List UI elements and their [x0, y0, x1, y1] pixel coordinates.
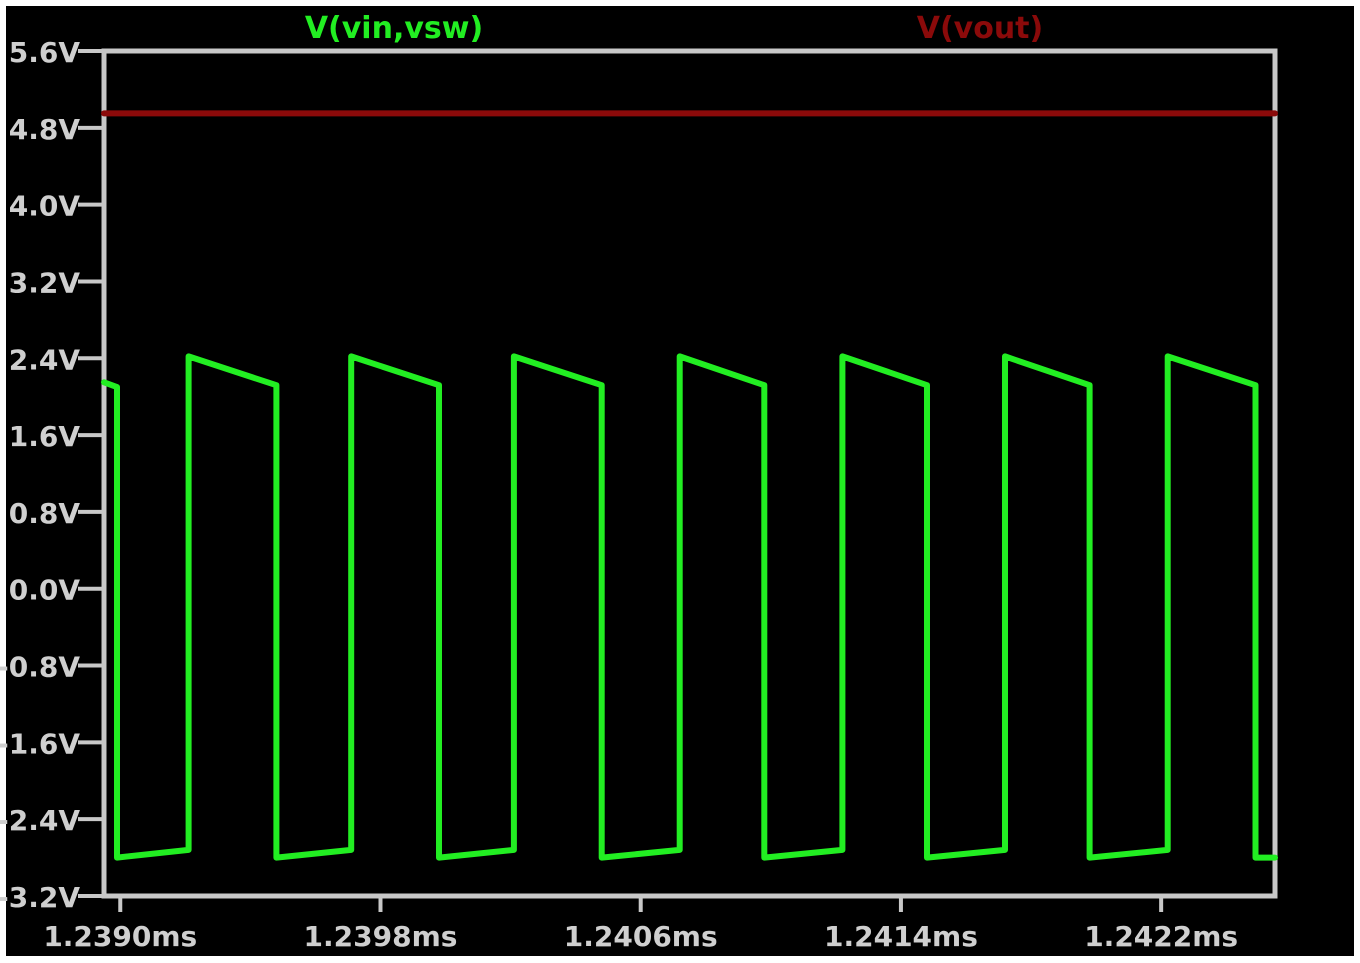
y-tick-label: 1.6V [9, 420, 81, 453]
y-tick-label: 5.6V [9, 36, 81, 69]
legend-entry-1[interactable]: V(vout) [917, 11, 1044, 46]
y-tick-label: 0.8V [9, 497, 81, 530]
x-tick-label: 1.2422ms [1084, 920, 1238, 953]
legend-entry-0[interactable]: V(vin,vsw) [305, 11, 483, 46]
x-tick-label: 1.2406ms [564, 920, 718, 953]
x-tick-label: 1.2414ms [824, 920, 978, 953]
x-axis: 1.2390ms 1.2398ms 1.2406ms 1.2414ms 1.2422ms [43, 896, 1238, 953]
series-line-0 [101, 353, 1278, 861]
series-layer [101, 110, 1278, 861]
x-tick-label: 1.2390ms [43, 920, 197, 953]
y-tick-label: -1.6V [0, 727, 80, 760]
y-tick-label: 3.2V [9, 266, 81, 299]
y-tick-label: -3.2V [0, 881, 80, 914]
y-tick-label: 4.0V [9, 190, 81, 223]
y-tick-label: 4.8V [9, 113, 81, 146]
waveform-plot[interactable]: 5.6V 4.8V 4.0V 3.2V 2.4V 1.6V 0.8V 0.0V -0.8V -1.… [0, 0, 1360, 963]
legend: V(vin,vsw) V(vout) [305, 11, 1043, 46]
y-axis: 5.6V 4.8V 4.0V 3.2V 2.4V 1.6V 0.8V 0.0V -0.8V -1.… [0, 36, 104, 914]
y-tick-label: 2.4V [9, 343, 81, 376]
y-tick-label: -2.4V [0, 804, 80, 837]
plot-area-frame [101, 48, 1278, 899]
y-tick-label: 0.0V [9, 574, 81, 607]
y-tick-label: -0.8V [0, 651, 80, 684]
x-tick-label: 1.2398ms [304, 920, 458, 953]
